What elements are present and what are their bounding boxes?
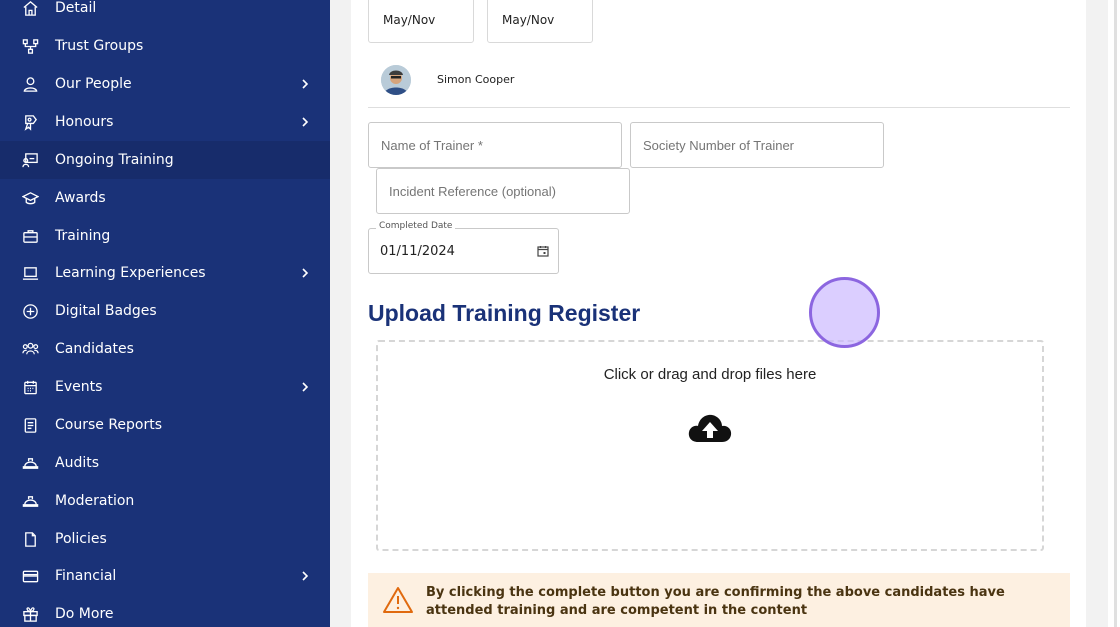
sidebar-item-learning-experiences[interactable]: Learning Experiences	[0, 254, 330, 292]
calendar-icon	[21, 378, 39, 396]
scrollbar-thumb[interactable]	[1114, 0, 1117, 627]
sidebar-item-audits[interactable]: Audits	[0, 444, 330, 482]
chevron-right-icon	[302, 268, 309, 278]
hard-hat-icon	[21, 492, 39, 510]
sidebar: Detail Trust Groups Our People Honours O…	[0, 0, 330, 627]
sidebar-item-label: Our People	[55, 76, 132, 92]
calendar-picker-icon[interactable]	[537, 245, 549, 257]
dropzone-text: Click or drag and drop files here	[603, 366, 817, 383]
warning-text: By clicking the complete button you are …	[426, 585, 1005, 618]
sidebar-item-label: Do More	[55, 606, 114, 622]
sidebar-item-label: Training	[55, 228, 111, 244]
sidebar-item-our-people[interactable]: Our People	[0, 65, 330, 103]
sidebar-item-candidates[interactable]: Candidates	[0, 330, 330, 368]
award-ribbon-icon	[21, 113, 39, 131]
chevron-right-icon	[302, 571, 309, 581]
sidebar-item-ongoing-training[interactable]: Ongoing Training	[0, 141, 330, 179]
session-value: May/Nov	[383, 13, 436, 27]
sidebar-item-label: Policies	[55, 531, 107, 547]
sidebar-item-label: Awards	[55, 190, 106, 206]
hierarchy-icon	[21, 37, 39, 55]
sidebar-item-label: Events	[55, 379, 103, 395]
warning-icon	[383, 587, 413, 613]
sidebar-item-awards[interactable]: Awards	[0, 179, 330, 217]
gift-icon	[21, 605, 39, 623]
graduation-cap-icon	[21, 189, 39, 207]
completed-date-value[interactable]: 01/11/2024	[380, 244, 455, 259]
sidebar-item-label: Trust Groups	[55, 38, 144, 54]
person-name: Simon Cooper	[437, 73, 515, 86]
sidebar-item-label: Financial	[55, 568, 117, 584]
badge-plus-icon	[21, 302, 39, 320]
sidebar-item-label: Candidates	[55, 341, 134, 357]
sidebar-item-moderation[interactable]: Moderation	[0, 482, 330, 520]
sidebar-item-training[interactable]: Training	[0, 217, 330, 255]
session-box[interactable]: May/Nov	[487, 0, 593, 43]
sidebar-item-do-more[interactable]: Do More	[0, 595, 330, 627]
presentation-icon	[21, 151, 39, 169]
sidebar-item-course-reports[interactable]: Course Reports	[0, 406, 330, 444]
hard-hat-icon	[21, 454, 39, 472]
briefcase-icon	[21, 227, 39, 245]
sidebar-item-events[interactable]: Events	[0, 368, 330, 406]
sidebar-item-financial[interactable]: Financial	[0, 557, 330, 595]
sidebar-item-label: Audits	[55, 455, 100, 471]
sidebar-item-label: Detail	[55, 0, 97, 16]
click-indicator	[809, 277, 880, 348]
laptop-icon	[21, 264, 39, 282]
sidebar-item-honours[interactable]: Honours	[0, 103, 330, 141]
document-icon	[21, 530, 39, 548]
chevron-right-icon	[302, 117, 309, 127]
trainer-name-input[interactable]	[368, 122, 622, 168]
sidebar-item-label: Learning Experiences	[55, 265, 206, 281]
sidebar-item-label: Moderation	[55, 493, 135, 509]
session-box[interactable]: May/Nov	[368, 0, 474, 43]
sidebar-item-label: Course Reports	[55, 417, 163, 433]
incident-reference-input[interactable]	[376, 168, 630, 214]
file-dropzone[interactable]: Click or drag and drop files here	[376, 340, 1044, 551]
sidebar-item-digital-badges[interactable]: Digital Badges	[0, 292, 330, 330]
chevron-right-icon	[302, 79, 309, 89]
chevron-right-icon	[302, 382, 309, 392]
divider	[368, 107, 1070, 108]
sidebar-item-label: Honours	[55, 114, 114, 130]
home-icon	[21, 0, 39, 17]
completed-date-label: Completed Date	[376, 221, 456, 231]
society-number-input[interactable]	[630, 122, 884, 168]
group-icon	[21, 340, 39, 358]
sidebar-item-label: Ongoing Training	[55, 152, 174, 168]
report-icon	[21, 416, 39, 434]
avatar	[381, 65, 411, 95]
upload-title: Upload Training Register	[368, 300, 641, 326]
sidebar-item-policies[interactable]: Policies	[0, 520, 330, 558]
sidebar-item-detail[interactable]: Detail	[0, 0, 330, 27]
person-icon	[21, 75, 39, 93]
sidebar-item-label: Digital Badges	[55, 303, 157, 319]
credit-card-icon	[21, 567, 39, 585]
cloud-upload-icon	[688, 414, 732, 442]
sidebar-item-trust-groups[interactable]: Trust Groups	[0, 27, 330, 65]
session-value: May/Nov	[502, 13, 555, 27]
